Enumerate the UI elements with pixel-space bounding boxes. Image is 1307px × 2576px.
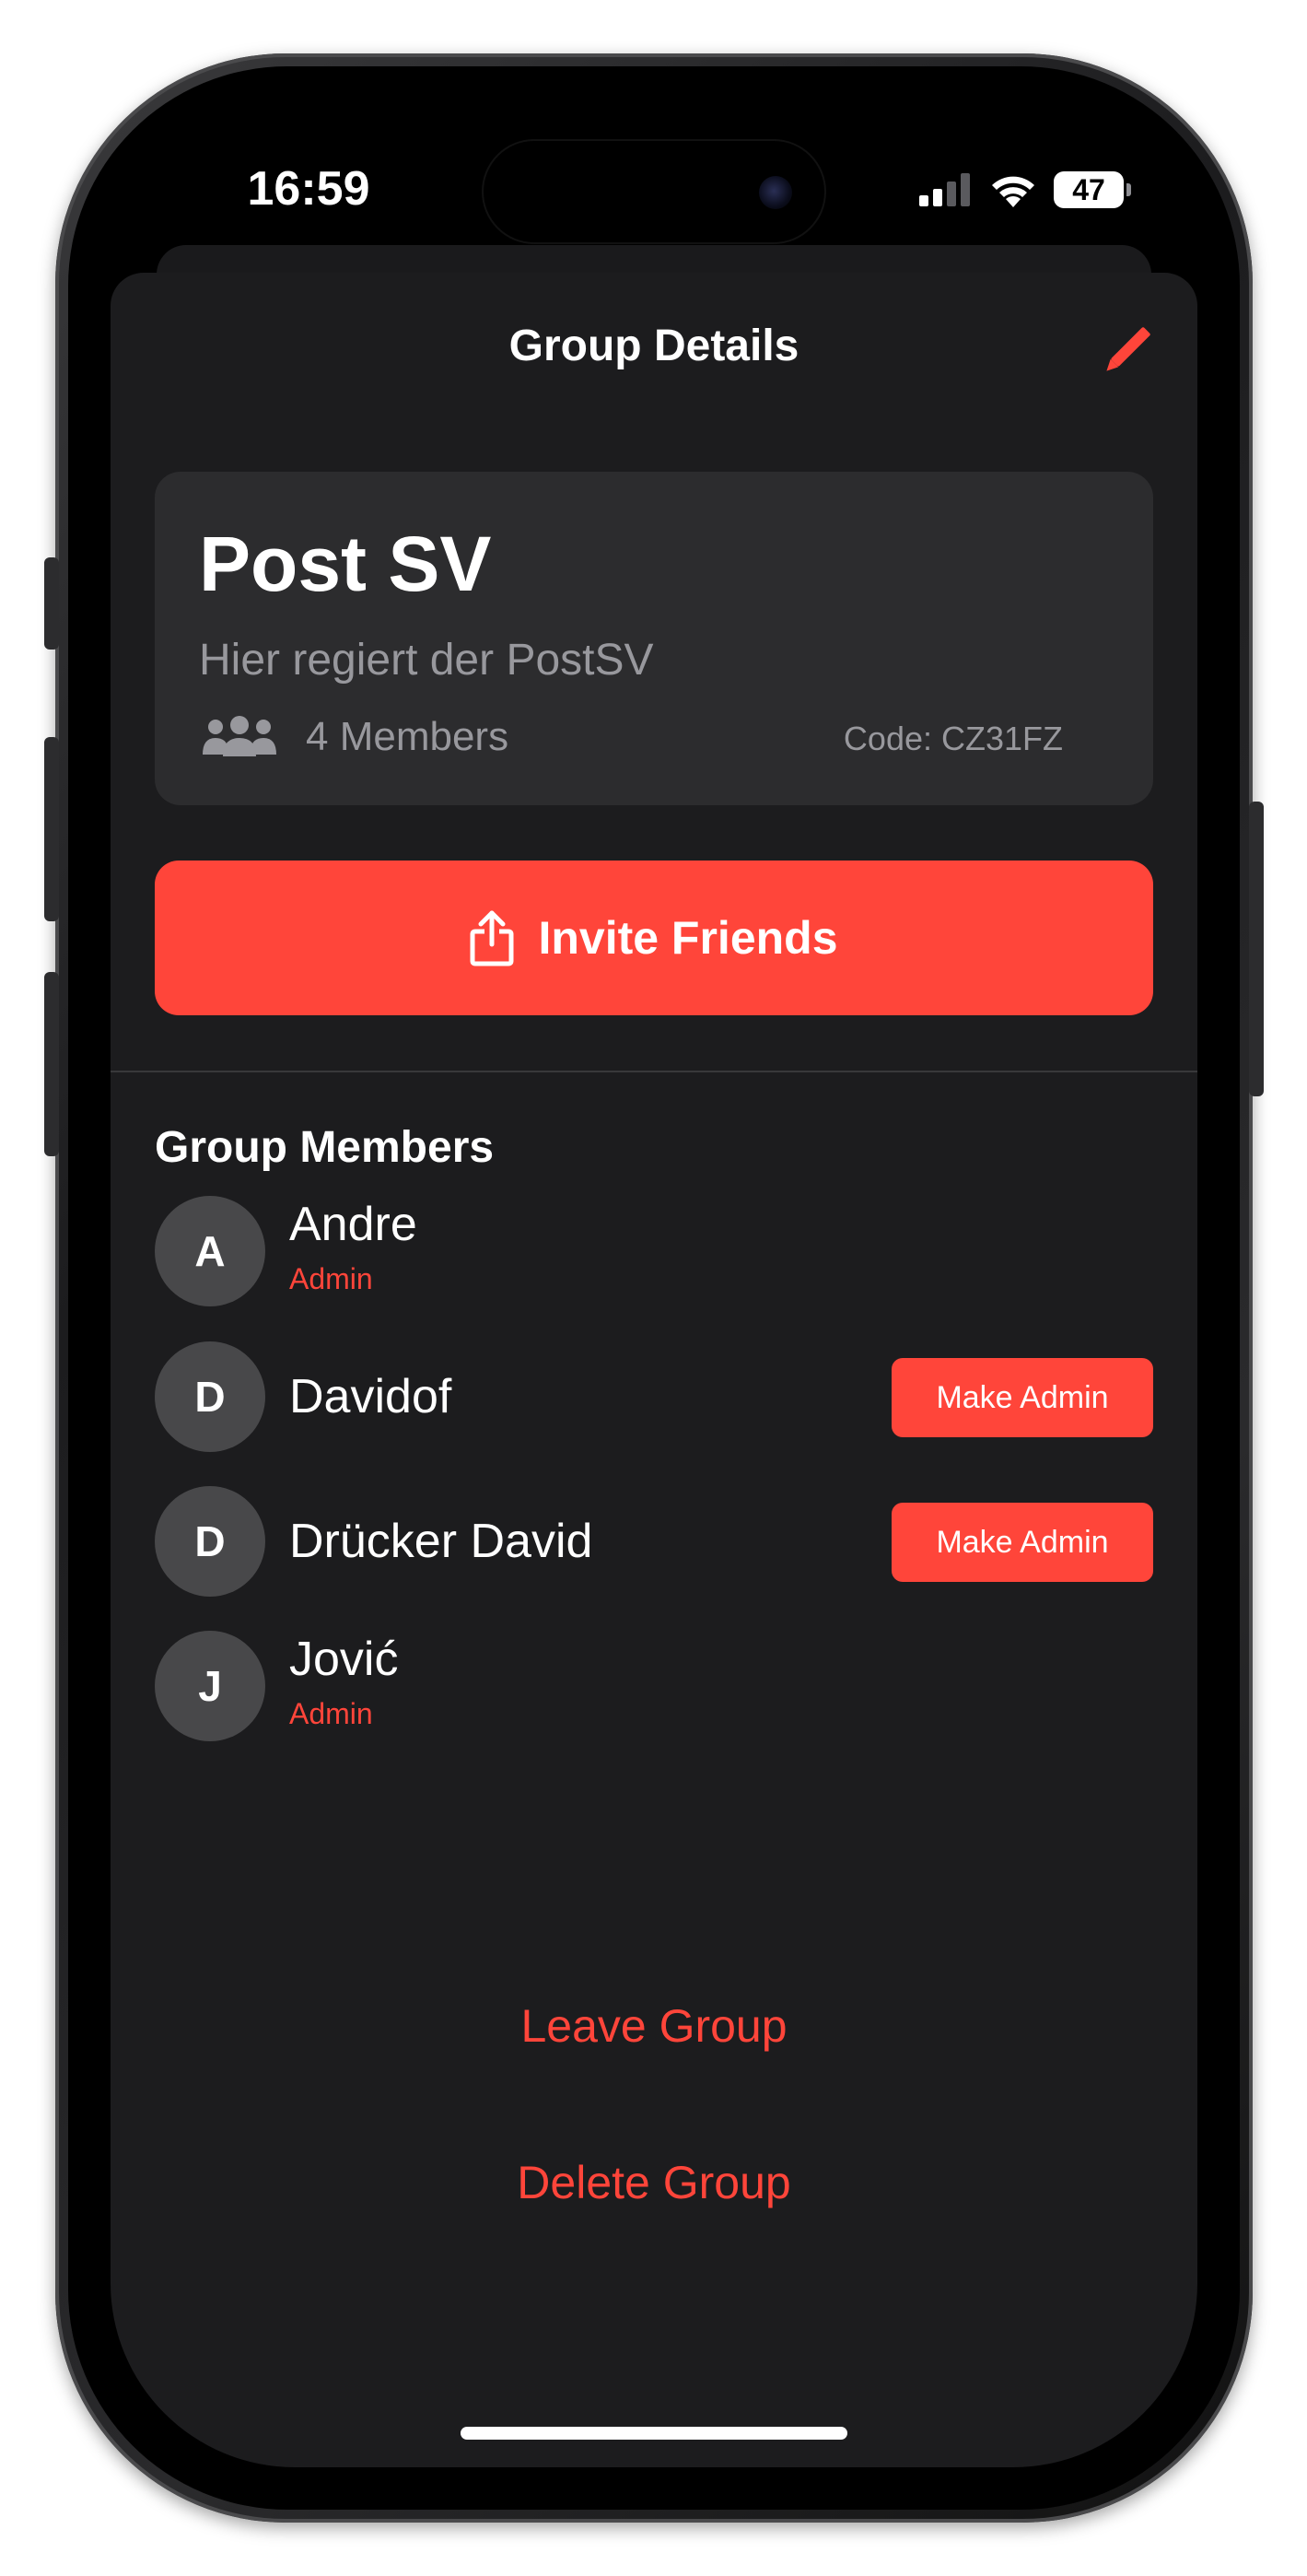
member-row[interactable]: D Davidof Make Admin: [155, 1341, 1153, 1452]
battery-icon: 47: [1054, 171, 1131, 208]
avatar: J: [155, 1631, 265, 1741]
pencil-icon[interactable]: [1100, 313, 1164, 378]
invite-friends-button[interactable]: Invite Friends: [155, 861, 1153, 1015]
cellular-signal-icon: [919, 173, 970, 206]
member-name: Jović: [289, 1633, 399, 1686]
members-count: 4 Members: [306, 714, 509, 759]
leave-group-button[interactable]: Leave Group: [111, 1994, 1197, 2058]
section-divider: [111, 1071, 1197, 1072]
invite-friends-label: Invite Friends: [538, 912, 838, 964]
screen: 16:59 47 Group Details Post SV Hier regi…: [111, 109, 1197, 2467]
volume-down-button: [44, 972, 59, 1156]
members-count-row: 4 Members: [199, 709, 508, 765]
avatar: D: [155, 1486, 265, 1597]
member-row[interactable]: D Drücker David Make Admin: [155, 1486, 1153, 1597]
wifi-icon: [992, 176, 1034, 207]
admin-badge: Admin: [289, 1262, 373, 1295]
delete-group-button[interactable]: Delete Group: [111, 2150, 1197, 2215]
volume-up-button: [44, 737, 59, 921]
group-description: Hier regiert der PostSV: [199, 636, 654, 685]
page-title: Group Details: [508, 322, 799, 370]
power-button: [1249, 802, 1264, 1096]
dynamic-island: [484, 141, 824, 242]
group-members-heading: Group Members: [155, 1123, 495, 1172]
action-button: [44, 557, 59, 650]
avatar: D: [155, 1341, 265, 1452]
camera-icon: [759, 176, 792, 209]
make-admin-button[interactable]: Make Admin: [892, 1503, 1153, 1582]
status-icons: 47: [919, 162, 1131, 217]
member-name: Andre: [289, 1198, 417, 1251]
people-icon: [203, 716, 276, 756]
member-row[interactable]: A Andre Admin: [155, 1196, 1153, 1306]
group-details-sheet: Group Details Post SV Hier regiert der P…: [111, 273, 1197, 2467]
avatar: A: [155, 1196, 265, 1306]
status-time: 16:59: [247, 162, 370, 216]
group-info-card: Post SV Hier regiert der PostSV 4 Member…: [155, 472, 1153, 805]
member-name: Davidof: [289, 1370, 452, 1423]
group-name: Post SV: [199, 521, 492, 607]
admin-badge: Admin: [289, 1697, 373, 1730]
share-icon: [470, 910, 514, 966]
group-code: Code: CZ31FZ: [843, 720, 1063, 757]
home-indicator[interactable]: [461, 2427, 847, 2440]
member-row[interactable]: J Jović Admin: [155, 1631, 1153, 1741]
member-name: Drücker David: [289, 1515, 593, 1568]
make-admin-button[interactable]: Make Admin: [892, 1358, 1153, 1437]
